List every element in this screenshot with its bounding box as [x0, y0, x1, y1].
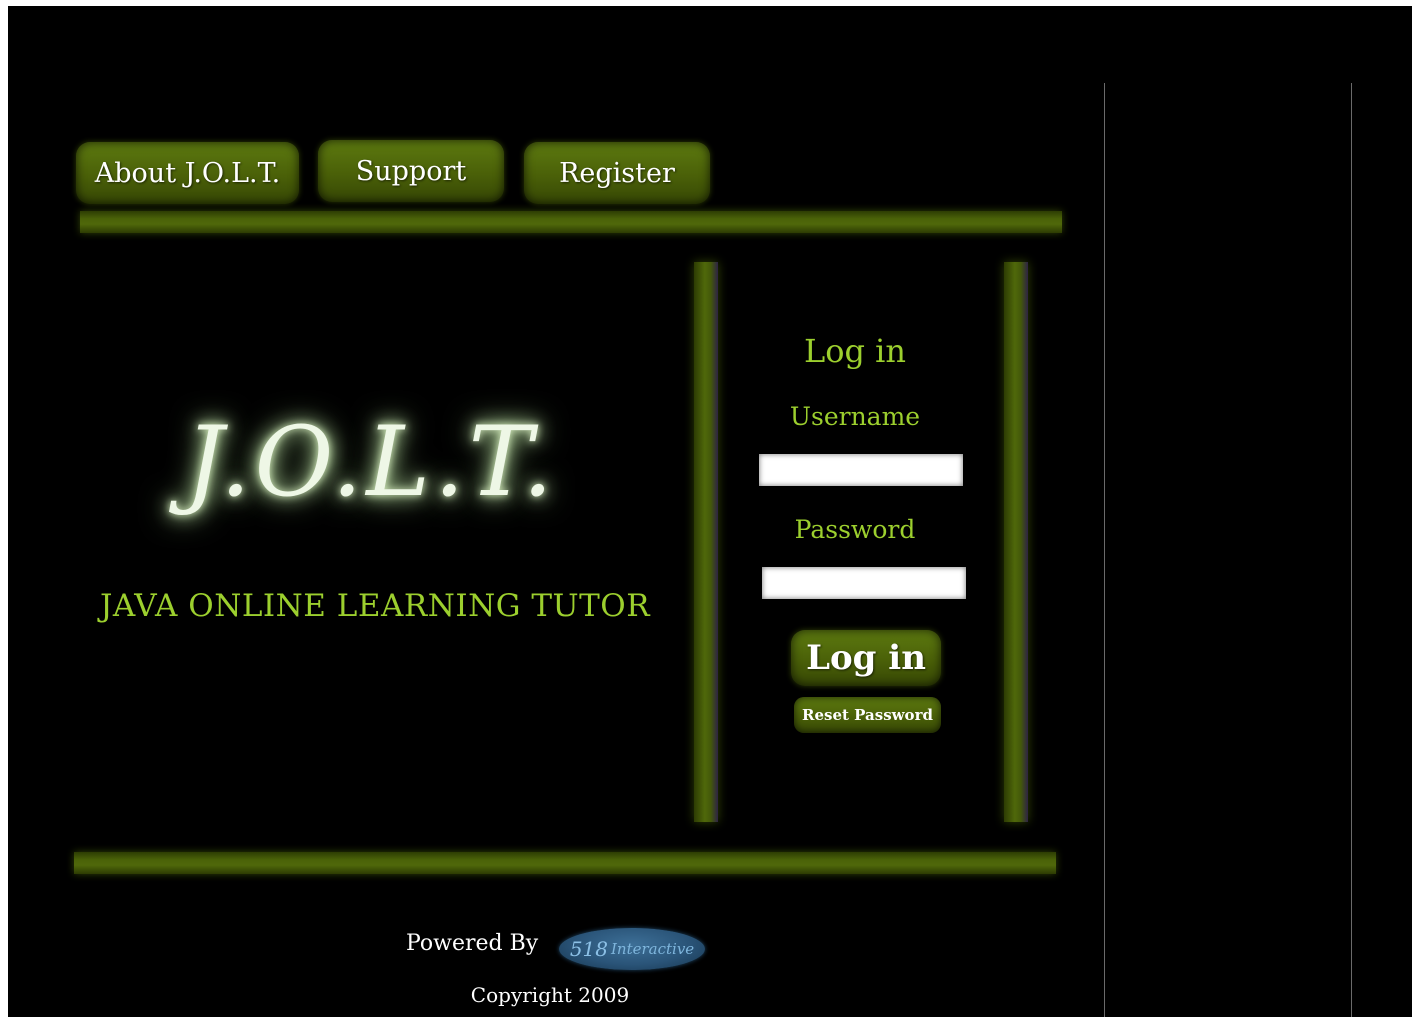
- reset-password-button[interactable]: Reset Password: [794, 697, 941, 733]
- badge-text: Interactive: [611, 940, 695, 958]
- login-title: Log in: [803, 332, 906, 370]
- badge-number: 518: [569, 937, 608, 961]
- password-input[interactable]: [762, 567, 966, 599]
- powered-by-label: Powered By: [406, 931, 539, 956]
- interactive-logo-badge[interactable]: 518 Interactive: [559, 928, 705, 970]
- login-panel-left-bar: [694, 262, 718, 822]
- top-divider-bar: [80, 211, 1062, 233]
- password-label: Password: [794, 515, 916, 544]
- nav-about-button[interactable]: About J.O.L.T.: [76, 142, 299, 204]
- username-label: Username: [789, 402, 921, 431]
- username-input[interactable]: [759, 454, 963, 486]
- tagline: JAVA ONLINE LEARNING TUTOR: [100, 588, 651, 624]
- login-button[interactable]: Log in: [791, 630, 941, 686]
- page: About J.O.L.T. Support Register J.O.L.T.…: [8, 6, 1412, 1017]
- jolt-logo: J.O.L.T.: [185, 406, 557, 518]
- nav-support-button[interactable]: Support: [318, 140, 504, 202]
- nav-register-button[interactable]: Register: [524, 142, 710, 204]
- bottom-divider-bar: [74, 852, 1056, 874]
- column-divider-right: [1351, 83, 1352, 1017]
- copyright-text: Copyright 2009: [470, 983, 630, 1007]
- login-panel-right-bar: [1004, 262, 1028, 822]
- column-divider-left: [1104, 83, 1105, 1017]
